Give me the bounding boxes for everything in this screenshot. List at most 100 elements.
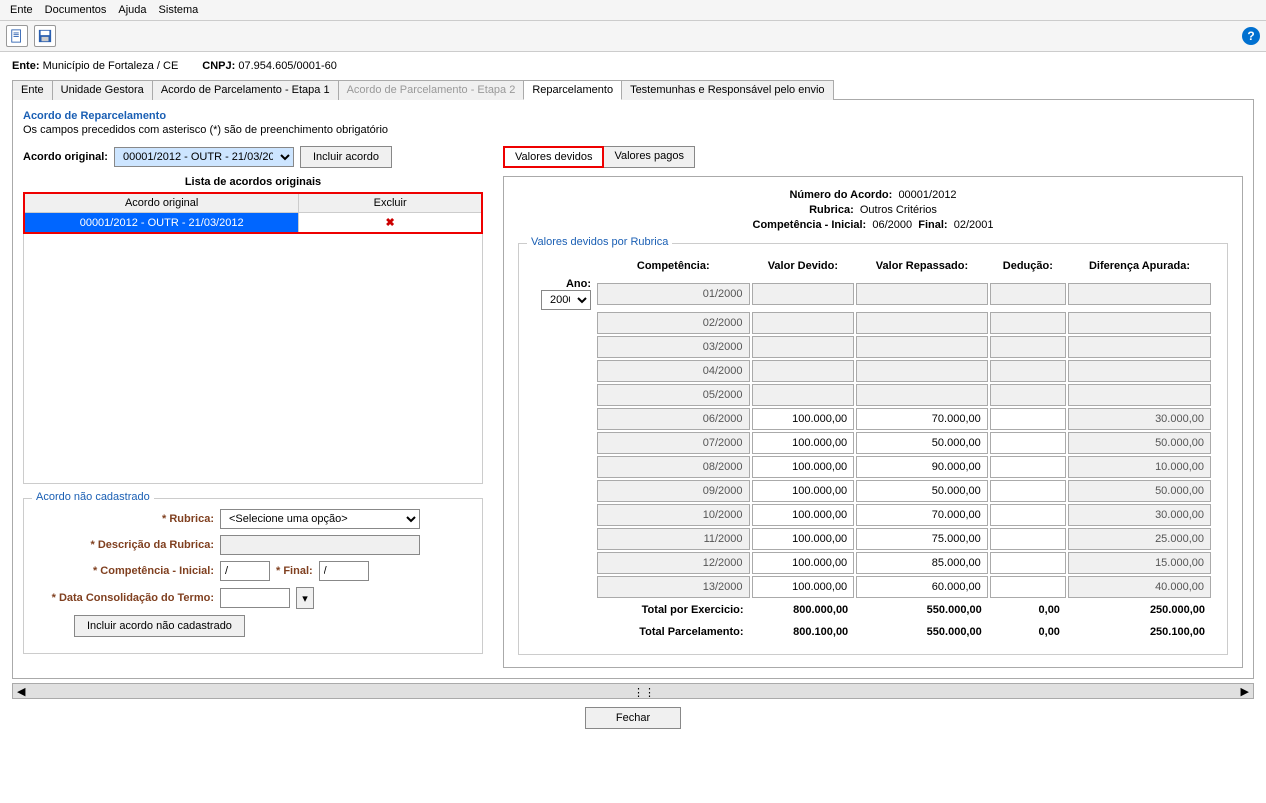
cell-devido (752, 336, 855, 358)
delete-icon: ✖ (386, 217, 395, 229)
horizontal-scrollbar[interactable]: ◀ ⋮⋮ ▶ (12, 683, 1254, 699)
menu-ente[interactable]: Ente (6, 2, 37, 18)
incluir-acordo-button[interactable]: Incluir acordo (300, 146, 392, 168)
total-exercicio-dif: 250.000,00 (1068, 600, 1211, 620)
col-deducao: Dedução: (990, 256, 1066, 276)
valores-devidos-fieldset: Valores devidos por Rubrica Competência:… (518, 243, 1228, 655)
numero-acordo-value: 00001/2012 (898, 189, 956, 201)
cell-deducao[interactable] (990, 552, 1066, 574)
scroll-left-icon[interactable]: ◀ (13, 685, 29, 698)
cell-diferenca: 30.000,00 (1068, 408, 1211, 430)
required-note: Os campos precedidos com asterisco (*) s… (23, 124, 1243, 136)
scroll-handle-icon[interactable]: ⋮⋮ (633, 686, 655, 699)
cell-repassado[interactable]: 70.000,00 (856, 408, 988, 430)
cell-competencia: 01/2000 (597, 283, 750, 305)
info-rubrica-value: Outros Critérios (860, 204, 937, 216)
cell-competencia: 07/2000 (597, 432, 750, 454)
descricao-rubrica-label: * Descrição da Rubrica: (34, 539, 214, 551)
col-excluir: Excluir (299, 193, 482, 213)
cell-competencia: 12/2000 (597, 552, 750, 574)
cell-devido (752, 360, 855, 382)
fechar-button[interactable]: Fechar (585, 707, 681, 729)
acordo-original-select[interactable]: 00001/2012 - OUTR - 21/03/2012 (114, 147, 294, 167)
cell-repassado[interactable]: 60.000,00 (856, 576, 988, 598)
cell-devido[interactable]: 100.000,00 (752, 480, 855, 502)
total-parcelamento-rep: 550.000,00 (856, 622, 988, 642)
cell-repassado (856, 312, 988, 334)
lista-acordos-title: Lista de acordos originais (23, 176, 483, 188)
tab-unidade-gestora[interactable]: Unidade Gestora (52, 80, 153, 100)
descricao-rubrica-input[interactable] (220, 535, 420, 555)
help-icon[interactable]: ? (1242, 27, 1260, 45)
save-icon (38, 29, 52, 43)
col-acordo-original: Acordo original (24, 193, 299, 213)
valores-row: Ano: 200001/2000 (535, 278, 1211, 310)
cell-competencia: 11/2000 (597, 528, 750, 550)
competencia-final-input[interactable] (319, 561, 369, 581)
competencia-inicial-label: * Competência - Inicial: (34, 565, 214, 577)
cell-devido[interactable]: 100.000,00 (752, 576, 855, 598)
incluir-nao-cadastrado-button[interactable]: Incluir acordo não cadastrado (74, 615, 245, 637)
valores-row: 03/2000 (535, 336, 1211, 358)
cell-deducao[interactable] (990, 480, 1066, 502)
cell-deducao[interactable] (990, 408, 1066, 430)
cell-devido[interactable]: 100.000,00 (752, 504, 855, 526)
total-parcelamento-dif: 250.100,00 (1068, 622, 1211, 642)
cell-repassado[interactable]: 70.000,00 (856, 504, 988, 526)
ano-select[interactable]: 2000 (541, 290, 591, 310)
cell-deducao[interactable] (990, 504, 1066, 526)
footer: Fechar (0, 701, 1266, 735)
cell-devido (752, 384, 855, 406)
cell-deducao (990, 312, 1066, 334)
cell-diferenca (1068, 336, 1211, 358)
cell-deducao (990, 384, 1066, 406)
valores-row: 13/2000100.000,0060.000,0040.000,00 (535, 576, 1211, 598)
scroll-right-icon[interactable]: ▶ (1237, 685, 1253, 698)
cell-devido[interactable]: 100.000,00 (752, 432, 855, 454)
tab-acordo-etapa1[interactable]: Acordo de Parcelamento - Etapa 1 (152, 80, 339, 100)
tab-reparcelamento[interactable]: Reparcelamento (523, 80, 622, 100)
data-consolidacao-input[interactable] (220, 588, 290, 608)
cell-deducao[interactable] (990, 456, 1066, 478)
menu-documentos[interactable]: Documentos (41, 2, 111, 18)
cell-repassado[interactable]: 90.000,00 (856, 456, 988, 478)
numero-acordo-label: Número do Acordo: (789, 189, 892, 201)
acordo-nao-cadastrado-fieldset: Acordo não cadastrado * Rubrica: <Seleci… (23, 498, 483, 654)
save-icon-button[interactable] (34, 25, 56, 47)
subtab-valores-devidos[interactable]: Valores devidos (503, 146, 604, 168)
data-consolidacao-picker[interactable]: ▾ (296, 587, 314, 609)
document-icon-button[interactable] (6, 25, 28, 47)
cell-repassado[interactable]: 85.000,00 (856, 552, 988, 574)
cell-repassado[interactable]: 50.000,00 (856, 480, 988, 502)
cell-deducao[interactable] (990, 528, 1066, 550)
cell-devido[interactable]: 100.000,00 (752, 528, 855, 550)
total-parcelamento-devido: 800.100,00 (752, 622, 855, 642)
valores-table: Competência: Valor Devido: Valor Repassa… (533, 254, 1213, 644)
document-icon (10, 29, 24, 43)
cell-diferenca: 30.000,00 (1068, 504, 1211, 526)
valores-row: 08/2000100.000,0090.000,0010.000,00 (535, 456, 1211, 478)
menu-sistema[interactable]: Sistema (155, 2, 203, 18)
competencia-inicial-input[interactable] (220, 561, 270, 581)
cell-devido[interactable]: 100.000,00 (752, 552, 855, 574)
valores-row: 12/2000100.000,0085.000,0015.000,00 (535, 552, 1211, 574)
cell-deducao[interactable] (990, 576, 1066, 598)
tab-testemunhas[interactable]: Testemunhas e Responsável pelo envio (621, 80, 833, 100)
cell-devido[interactable]: 100.000,00 (752, 408, 855, 430)
acordo-row[interactable]: 00001/2012 - OUTR - 21/03/2012 ✖ (24, 213, 482, 234)
acordo-row-delete[interactable]: ✖ (299, 213, 482, 234)
subtab-valores-pagos[interactable]: Valores pagos (603, 146, 695, 168)
cell-competencia: 10/2000 (597, 504, 750, 526)
competencia-final-label: * Final: (276, 565, 313, 577)
menu-ajuda[interactable]: Ajuda (114, 2, 150, 18)
reparcelamento-panel: Acordo de Reparcelamento Os campos prece… (12, 99, 1254, 679)
cell-deducao[interactable] (990, 432, 1066, 454)
cell-devido[interactable]: 100.000,00 (752, 456, 855, 478)
section-title: Acordo de Reparcelamento (23, 110, 1243, 122)
col-diferenca: Diferença Apurada: (1068, 256, 1211, 276)
valores-row: 04/2000 (535, 360, 1211, 382)
rubrica-select[interactable]: <Selecione uma opção> (220, 509, 420, 529)
tab-ente[interactable]: Ente (12, 80, 53, 100)
cell-repassado[interactable]: 75.000,00 (856, 528, 988, 550)
cell-repassado[interactable]: 50.000,00 (856, 432, 988, 454)
